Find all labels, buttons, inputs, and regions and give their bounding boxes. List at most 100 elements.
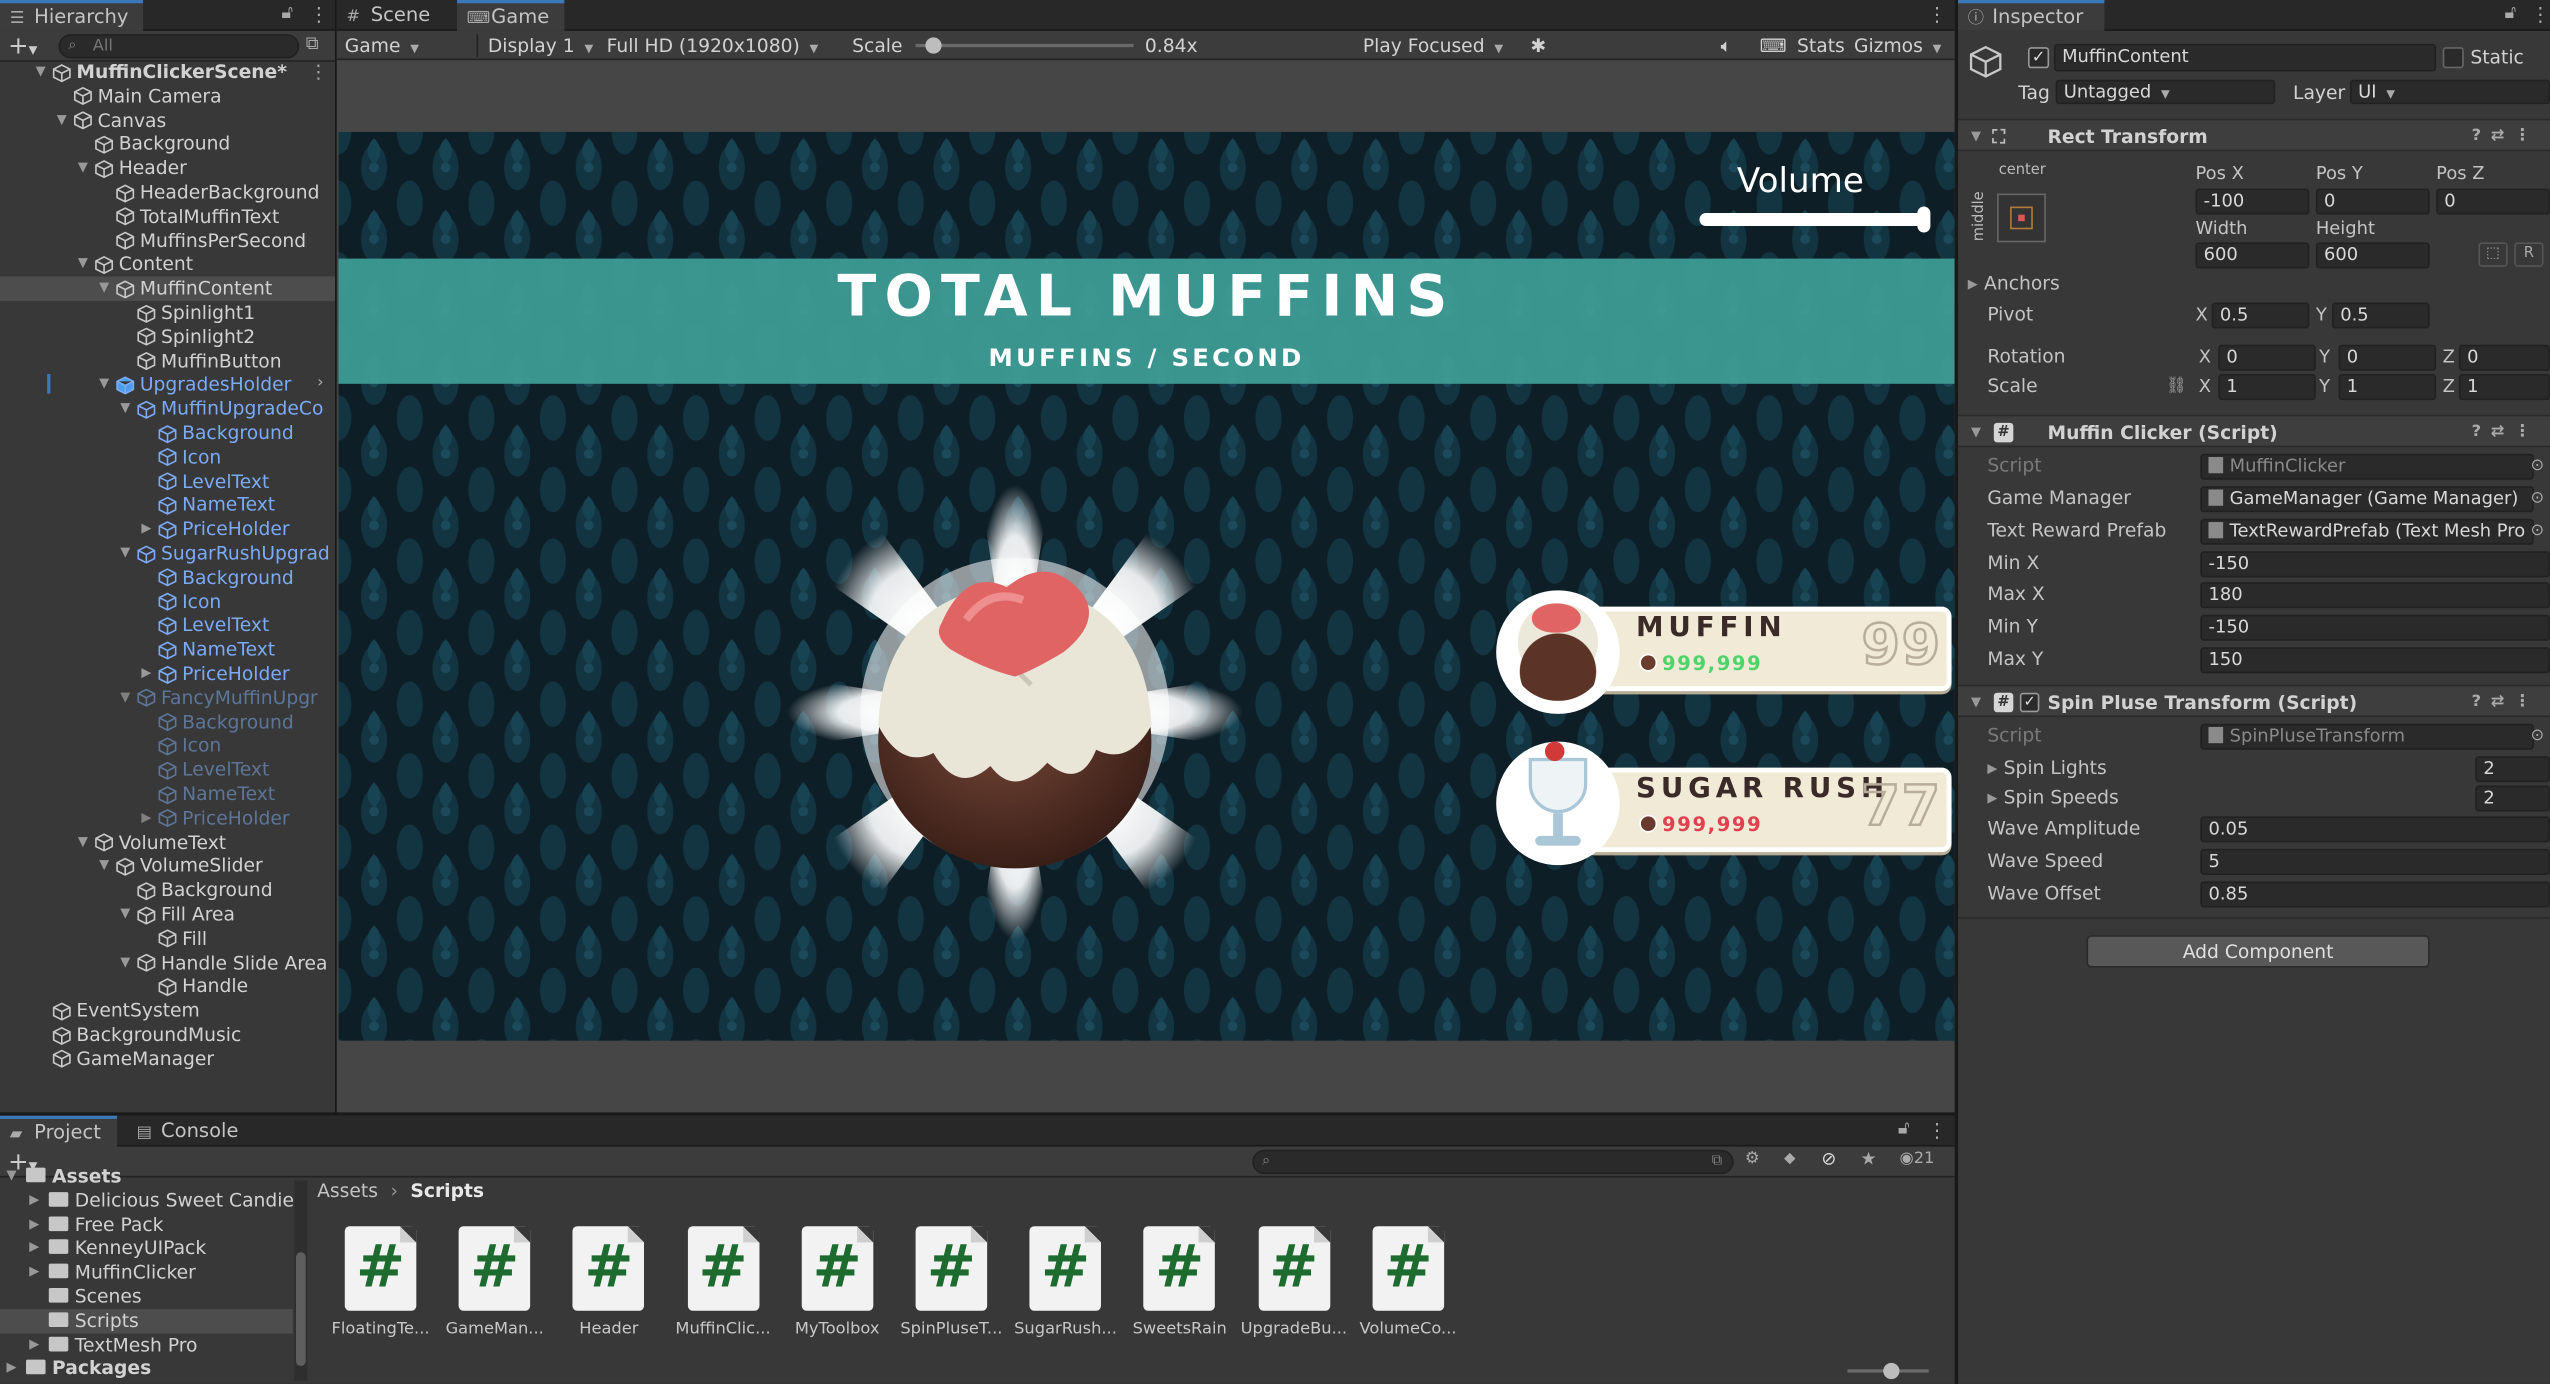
hidden-packages-count[interactable]: ◉21 — [1899, 1150, 1934, 1168]
muffin-clicker-header[interactable]: ▼ # Muffin Clicker (Script) ?⇄⋮ — [1958, 414, 2550, 449]
folder-item-selected[interactable]: Scripts — [0, 1308, 293, 1333]
hierarchy-item[interactable]: Icon — [0, 590, 335, 614]
hierarchy-item[interactable]: Handle — [0, 975, 335, 999]
expand-arrow-icon[interactable]: ▼ — [96, 854, 112, 878]
blueprint-mode-icon[interactable]: ⬚ — [2478, 242, 2508, 267]
hierarchy-item[interactable]: ▼ SugarRushUpgrad — [0, 542, 335, 566]
warning-filter-icon[interactable]: ⊘ — [1821, 1148, 1836, 1169]
expand-arrow-icon[interactable]: ▼ — [96, 277, 112, 301]
hierarchy-item[interactable]: HeaderBackground — [0, 181, 335, 205]
layer-dropdown[interactable]: UI — [2349, 79, 2550, 105]
hierarchy-item[interactable]: Main Camera — [0, 84, 335, 108]
object-picker-icon[interactable]: ⊙ — [2530, 483, 2544, 515]
hierarchy-item[interactable]: ▼ Header — [0, 156, 335, 180]
object-reference-field[interactable]: TextRewardPrefab (Text Mesh Pro — [2200, 518, 2534, 545]
expand-arrow-icon[interactable]: ▼ — [117, 397, 133, 421]
tab-inspector[interactable]: ⓘ Inspector — [1958, 0, 2105, 31]
raw-edit-icon[interactable]: R — [2514, 242, 2544, 267]
resolution-dropdown[interactable]: Full HD (1920x1080) — [607, 31, 819, 60]
pivot-x-field[interactable]: 0.5 — [2211, 302, 2310, 329]
script-asset[interactable]: # GameMan... — [441, 1226, 548, 1338]
hierarchy-item[interactable]: ▼ MuffinContent — [0, 276, 336, 301]
tab-scene[interactable]: # Scene — [337, 0, 454, 31]
object-picker-icon[interactable]: ⊙ — [2530, 516, 2544, 548]
play-focus-dropdown[interactable]: Play Focused — [1363, 31, 1503, 60]
pivot-y-field[interactable]: 0.5 — [2332, 302, 2430, 329]
script-asset[interactable]: # SpinPluseT... — [898, 1226, 1005, 1338]
collapse-arrow-icon[interactable]: ▶ — [29, 1333, 39, 1357]
expand-arrow-icon[interactable]: ▼ — [75, 830, 91, 854]
hierarchy-item[interactable]: Background — [0, 421, 335, 445]
stats-button[interactable]: Stats — [1797, 31, 1845, 60]
scale-slider[interactable] — [915, 37, 1134, 54]
hierarchy-item[interactable]: EventSystem — [0, 999, 335, 1023]
collapse-arrow-icon[interactable]: ▶ — [138, 517, 154, 541]
array-size-field[interactable]: 2 — [2475, 785, 2550, 812]
anchor-preset-button[interactable] — [1997, 193, 2046, 243]
more-options-icon[interactable]: ⋮ — [1927, 1119, 1947, 1142]
value-field[interactable]: 0.85 — [2200, 881, 2550, 908]
breadcrumb-scripts[interactable]: Scripts — [410, 1179, 484, 1202]
tab-project[interactable]: ▰ Project — [0, 1115, 118, 1147]
tag-dropdown[interactable]: Untagged — [2055, 79, 2276, 105]
hierarchy-item[interactable]: ▶ PriceHolder — [0, 806, 335, 830]
hierarchy-item[interactable]: ▼ Fill Area — [0, 903, 335, 927]
display-dropdown[interactable]: Display 1 — [488, 31, 593, 60]
expand-arrow-icon[interactable]: ▼ — [75, 156, 91, 180]
hierarchy-item[interactable]: GameManager — [0, 1047, 335, 1071]
folder-item[interactable]: ▶ MuffinClicker — [0, 1261, 293, 1285]
value-field[interactable]: 150 — [2200, 647, 2550, 674]
width-field[interactable]: 600 — [2195, 242, 2310, 269]
expand-arrow-icon[interactable]: ▼ — [7, 1164, 17, 1188]
folder-item[interactable]: ▶ TextMesh Pro — [0, 1333, 293, 1357]
hierarchy-item[interactable]: LevelText — [0, 469, 335, 493]
constrain-link-icon[interactable]: ⛓ — [2166, 371, 2187, 403]
more-options-icon[interactable]: ⋮ — [309, 60, 328, 84]
folder-item[interactable]: ▶ Packages — [0, 1357, 293, 1381]
more-options-icon[interactable]: ⋮ — [309, 3, 329, 26]
hierarchy-item[interactable]: NameText — [0, 638, 335, 662]
hierarchy-item[interactable]: Spinlight1 — [0, 301, 335, 325]
favorites-icon[interactable]: ★ — [1860, 1148, 1876, 1169]
object-name-field[interactable]: MuffinContent — [2053, 43, 2437, 72]
hierarchy-item[interactable]: MuffinButton — [0, 349, 335, 373]
script-asset[interactable]: # MyToolbox — [784, 1226, 891, 1338]
value-field[interactable]: 180 — [2200, 582, 2550, 609]
collapse-arrow-icon[interactable]: ▶ — [29, 1237, 39, 1261]
hierarchy-item[interactable]: Spinlight2 — [0, 325, 335, 349]
add-component-button[interactable]: Add Component — [2086, 935, 2430, 968]
component-options-icons[interactable]: ?⇄⋮ — [2472, 416, 2541, 449]
search-input[interactable]: ⌕ All — [58, 34, 300, 59]
array-size-field[interactable]: 2 — [2475, 756, 2550, 783]
expand-arrow-icon[interactable]: ▼ — [117, 951, 133, 975]
expand-arrow-icon[interactable]: ▼ — [117, 686, 133, 710]
script-asset[interactable]: # SugarRush... — [1012, 1226, 1119, 1338]
scale-y-field[interactable]: 1 — [2338, 374, 2437, 401]
lock-icon[interactable]: 🔓︎ — [281, 2, 293, 25]
tab-console[interactable]: ▤ Console — [127, 1116, 257, 1147]
value-field[interactable]: -150 — [2200, 614, 2550, 641]
keyboard-icon[interactable]: ⌨ — [1760, 31, 1787, 60]
scene-root-item[interactable]: ▼ MuffinClickerScene* ⋮ — [0, 60, 335, 84]
value-field[interactable]: 0.05 — [2200, 816, 2550, 843]
object-picker-icon[interactable]: ⊙ — [2530, 450, 2544, 482]
hierarchy-item[interactable]: ▶ PriceHolder — [0, 662, 335, 686]
hierarchy-item[interactable]: ▼ VolumeText — [0, 830, 335, 854]
rotation-x-field[interactable]: 0 — [2218, 344, 2316, 371]
scale-slider-handle[interactable] — [925, 37, 942, 54]
game-viewport[interactable]: TOTAL MUFFINS MUFFINS / SECOND Volume MU… — [338, 131, 1955, 1041]
collapse-arrow-icon[interactable]: ▶ — [138, 662, 154, 686]
expand-arrow-icon[interactable]: ▼ — [117, 542, 133, 566]
rect-transform-header[interactable]: ▼ ⛶ Rect Transform ?⇄⋮ — [1958, 118, 2550, 152]
component-enabled-checkbox[interactable]: ✓ — [2019, 692, 2040, 713]
collapse-arrow-icon[interactable]: ▶ — [7, 1357, 17, 1381]
collapse-arrow-icon[interactable]: ▶ — [29, 1261, 39, 1285]
hierarchy-item[interactable]: ▼ MuffinUpgradeCo — [0, 397, 335, 421]
expand-arrow-icon[interactable]: ▼ — [117, 903, 133, 927]
hierarchy-item[interactable]: MuffinsPerSecond — [0, 229, 335, 253]
scale-z-field[interactable]: 1 — [2458, 374, 2550, 401]
scale-x-field[interactable]: 1 — [2218, 374, 2316, 401]
hierarchy-item[interactable]: ▶ PriceHolder — [0, 517, 335, 541]
script-asset[interactable]: # Header — [555, 1226, 662, 1338]
object-picker-icon[interactable]: ⊙ — [2530, 720, 2544, 752]
